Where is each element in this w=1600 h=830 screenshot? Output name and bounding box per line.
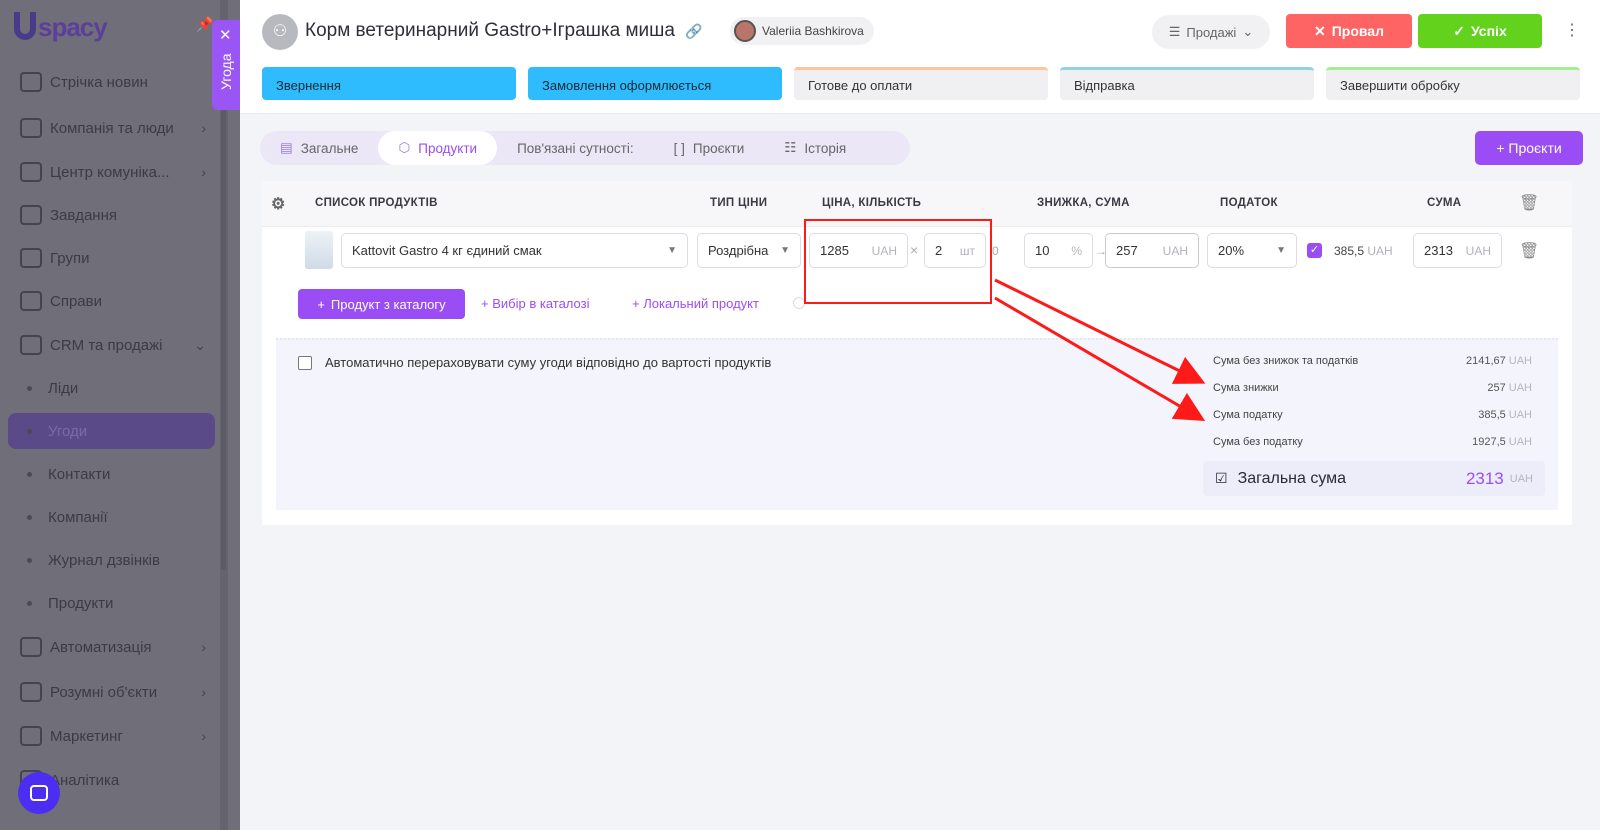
annotation-arrows (994, 278, 1206, 422)
annotation-arrow (994, 278, 1206, 384)
annotation-arrow (994, 296, 1206, 422)
